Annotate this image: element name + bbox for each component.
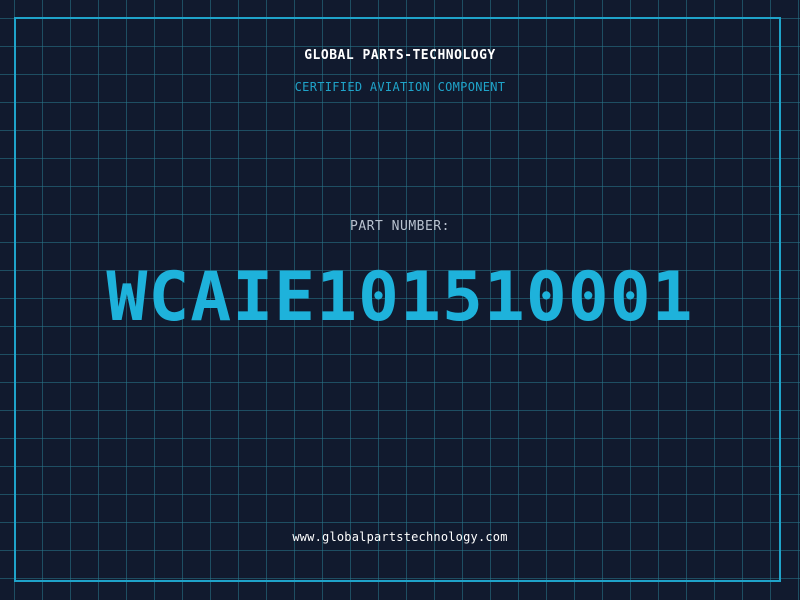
part-number-label: PART NUMBER:: [350, 219, 450, 234]
website-url: www.globalpartstechnology.com: [292, 530, 508, 544]
company-name: GLOBAL PARTS-TECHNOLOGY: [304, 48, 496, 63]
part-number-value: WCAIE101510001: [106, 258, 694, 337]
component-tagline: CERTIFIED AVIATION COMPONENT: [294, 80, 506, 94]
